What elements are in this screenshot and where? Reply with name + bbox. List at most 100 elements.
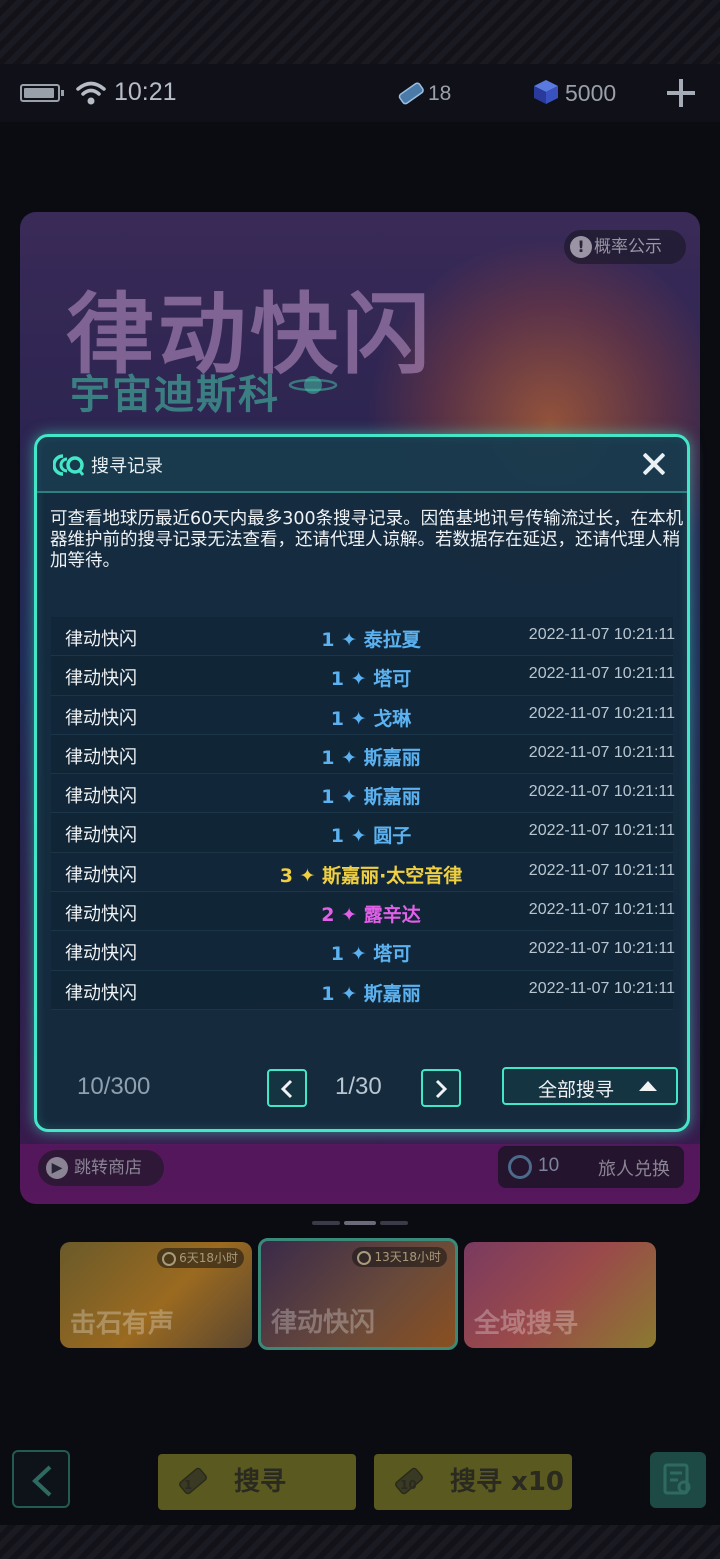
card-label: 击石有声 [70,1309,175,1339]
search-once-cost: 1 [184,1478,193,1492]
record-time: 2022-11-07 10:21:11 [528,743,675,761]
record-pool: 律动快闪 [65,943,137,965]
star-icon: ✦ [344,943,374,966]
search-ten-label: 搜寻 x10 [450,1467,565,1497]
filter-label: 全部搜寻 [538,1079,615,1101]
probability-button[interactable]: ! 概率公示 [564,230,686,264]
search-record-dialog: 搜寻记录 可查看地球历最近60天内最多300条搜寻记录。因笛基地讯号传输流过长，… [34,434,690,1132]
star-icon: ✦ [334,786,364,809]
banner-subtitle: 宇宙迪斯科 [70,372,280,418]
record-row: 律动快闪 2 ✦ 露辛达 2022-11-07 10:21:11 [51,892,675,932]
wifi-icon [76,81,106,105]
record-rarity: 1 [330,943,345,966]
record-item-name: 斯嘉丽·太空音律 [322,864,463,887]
card-label: 律动快闪 [271,1308,376,1338]
card-label: 全域搜寻 [474,1309,579,1339]
bottom-edge-decoration [0,1525,720,1559]
prev-page-button[interactable] [267,1069,307,1107]
record-pool: 律动快闪 [65,864,137,886]
record-time: 2022-11-07 10:21:11 [528,940,675,958]
add-currency-icon[interactable] [666,78,696,108]
record-pool: 律动快闪 [65,629,137,650]
banner-card-1[interactable]: 6天18小时 击石有声 [60,1242,252,1348]
record-item-name: 塔可 [373,943,412,966]
back-button[interactable] [12,1450,70,1508]
record-rarity: 3 [279,864,293,887]
search-ten-button[interactable]: 10 搜寻 x10 [374,1454,572,1510]
record-item-name: 斯嘉丽 [363,982,421,1005]
carousel-indicator [312,1221,408,1225]
record-count: 10/300 [77,1073,151,1100]
shop-link-button[interactable]: ▶ 跳转商店 [38,1150,164,1186]
battery-icon [20,84,64,102]
ticket-icon [398,82,424,105]
chevron-left-icon [32,1465,52,1497]
record-time: 2022-11-07 10:21:11 [528,626,675,643]
record-item: 1 ✦ 泰拉夏 [221,625,521,652]
exchange-token-icon [508,1155,532,1179]
record-row: 律动快闪 1 ✦ 塔可 2022-11-07 10:21:11 [51,931,675,971]
record-pool: 律动快闪 [65,746,137,768]
crystal-count: 5000 [565,80,617,106]
record-item: 1 ✦ 圆子 [221,821,521,848]
record-row: 律动快闪 1 ✦ 塔可 2022-11-07 10:21:11 [51,656,675,696]
record-pool: 律动快闪 [65,707,137,729]
record-rarity: 1 [330,707,345,730]
star-icon: ✦ [334,904,364,927]
record-rarity: 1 [321,982,335,1005]
record-row: 律动快闪 3 ✦ 斯嘉丽·太空音律 2022-11-07 10:21:11 [51,852,675,893]
record-time: 2022-11-07 10:21:11 [528,822,675,840]
record-time: 2022-11-07 10:21:11 [528,665,675,683]
search-once-label: 搜寻 [234,1467,287,1497]
star-icon: ✦ [344,825,374,848]
record-row: 律动快闪 1 ✦ 斯嘉丽 2022-11-07 10:21:11 [51,970,675,1010]
star-icon: ✦ [334,629,364,651]
record-rarity: 2 [321,904,335,927]
ticket-icon [179,1467,207,1495]
shop-link-label: 跳转商店 [74,1158,142,1178]
page-indicator: 1/30 [335,1073,382,1100]
traveler-exchange-button[interactable]: 10 旅人兑换 [498,1146,684,1188]
record-notice: 可查看地球历最近60天内最多300条搜寻记录。因笛基地讯号传输流过长，在本机器维… [50,509,684,571]
star-icon: ✦ [344,668,374,691]
probability-label: 概率公示 [594,237,662,257]
top-edge-decoration [0,0,720,64]
caret-up-icon [639,1081,657,1091]
banner-card-2[interactable]: 13天18小时 律动快闪 [258,1238,458,1350]
star-icon: ✦ [334,982,364,1005]
banner-card-3[interactable]: 全域搜寻 [464,1242,656,1348]
next-page-button[interactable] [421,1069,461,1107]
record-rarity: 1 [321,786,335,809]
ticket-count: 18 [428,82,452,105]
record-item-name: 圆子 [373,825,412,848]
record-time: 2022-11-07 10:21:11 [528,901,675,919]
record-logo-icon [53,454,85,476]
dialog-header: 搜寻记录 [37,437,687,493]
record-row: 律动快闪 1 ✦ 泰拉夏 2022-11-07 10:21:11 [51,617,675,657]
search-record-button[interactable] [650,1452,706,1508]
search-once-button[interactable]: 1 搜寻 [158,1454,356,1510]
chevron-left-icon [280,1079,293,1099]
record-time: 2022-11-07 10:21:11 [528,979,675,997]
record-item: 2 ✦ 露辛达 [221,900,521,927]
record-time: 2022-11-07 10:21:11 [528,861,675,879]
close-icon[interactable] [641,451,667,477]
clock: 10:21 [114,78,177,106]
record-item-name: 斯嘉丽 [363,786,421,809]
carousel-dot [380,1221,408,1225]
card-timer: 13天18小时 [352,1247,447,1267]
record-rarity: 1 [330,825,345,848]
record-time: 2022-11-07 10:21:11 [528,704,675,722]
record-list: 律动快闪 1 ✦ 泰拉夏 2022-11-07 10:21:11 律动快闪 1 ✦ 塔可… [51,617,675,1010]
record-pool: 律动快闪 [65,982,137,1004]
chevron-right-icon [435,1079,448,1099]
record-item: 3 ✦ 斯嘉丽·太空音律 [221,861,521,888]
record-rarity: 1 [321,629,335,651]
record-pool: 律动快闪 [65,825,137,847]
record-row: 律动快闪 1 ✦ 戈琳 2022-11-07 10:21:11 [51,695,675,735]
record-item-name: 斯嘉丽 [363,746,421,769]
record-filter-select[interactable]: 全部搜寻 [502,1067,678,1105]
record-row: 律动快闪 1 ✦ 圆子 2022-11-07 10:21:11 [51,813,675,853]
crystal-cube-icon [534,80,558,104]
exchange-count: 10 [538,1155,560,1176]
